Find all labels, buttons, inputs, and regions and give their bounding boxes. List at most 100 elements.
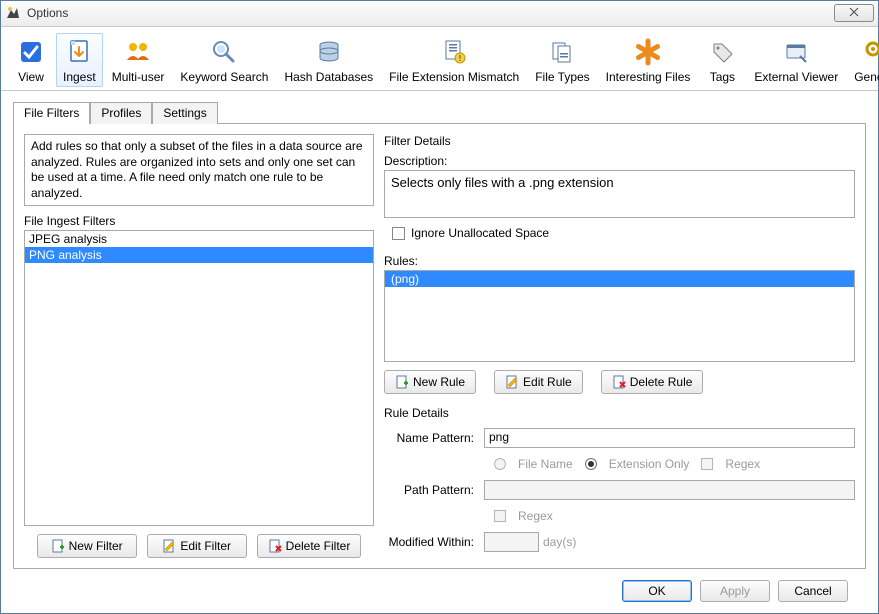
button-label: Edit Filter (180, 539, 231, 553)
close-icon (847, 7, 861, 20)
edit-filter-button[interactable]: Edit Filter (147, 534, 247, 558)
checkbox-label: Regex (518, 509, 553, 523)
radio-label: File Name (518, 457, 573, 471)
file-mismatch-icon: ! (438, 36, 470, 68)
toolbar-interesting[interactable]: Interesting Files (599, 33, 698, 87)
search-icon (208, 36, 240, 68)
toolbar-keyword[interactable]: Keyword Search (173, 33, 275, 87)
checkbox-name-regex (701, 458, 713, 470)
toolbar-label: External Viewer (754, 70, 838, 84)
ok-button[interactable]: OK (622, 580, 692, 602)
titlebar: Options (1, 1, 878, 27)
close-button[interactable] (834, 4, 874, 22)
tab-panel: Add rules so that only a subset of the f… (13, 123, 866, 569)
checkbox-path-regex (494, 510, 506, 522)
rules-list[interactable]: (png) (384, 270, 855, 362)
toolbar-label: Keyword Search (180, 70, 268, 84)
radio-extension-only (585, 458, 597, 470)
button-label: Delete Rule (630, 375, 693, 389)
add-icon (395, 375, 409, 389)
filters-list[interactable]: JPEG analysis PNG analysis (24, 230, 374, 526)
toolbar-hash[interactable]: Hash Databases (277, 33, 380, 87)
help-text: Add rules so that only a subset of the f… (24, 134, 374, 206)
tag-icon (706, 36, 738, 68)
ignore-unalloc-check: Ignore Unallocated Space (392, 226, 855, 240)
view-icon (15, 36, 47, 68)
filters-list-label: File Ingest Filters (24, 214, 374, 228)
multiuser-icon (122, 36, 154, 68)
toolbar-label: Ingest (63, 70, 96, 84)
left-column: Add rules so that only a subset of the f… (24, 134, 374, 558)
tabs: File Filters Profiles Settings (13, 101, 866, 123)
delete-icon (268, 539, 282, 553)
tab-profiles[interactable]: Profiles (90, 102, 152, 124)
toolbar: View Ingest Multi-user Keyword Search (1, 27, 878, 91)
path-pattern-label: Path Pattern: (384, 483, 484, 497)
ingest-icon (63, 36, 95, 68)
delete-filter-button[interactable]: Delete Filter (257, 534, 362, 558)
rule-details-label: Rule Details (384, 406, 855, 420)
list-item[interactable]: JPEG analysis (25, 231, 373, 247)
toolbar-external[interactable]: External Viewer (747, 33, 845, 87)
new-rule-button[interactable]: New Rule (384, 370, 476, 394)
button-label: New Rule (413, 375, 465, 389)
filetypes-icon (546, 36, 578, 68)
toolbar-view[interactable]: View (8, 33, 54, 87)
add-icon (51, 539, 65, 553)
toolbar-multiuser[interactable]: Multi-user (105, 33, 172, 87)
toolbar-tags[interactable]: Tags (699, 33, 745, 87)
name-pattern-label: Name Pattern: (384, 431, 484, 445)
right-column: Filter Details Description: Selects only… (384, 134, 855, 558)
button-label: Delete Filter (286, 539, 351, 553)
checkbox-label: Ignore Unallocated Space (411, 226, 549, 240)
toolbar-label: Hash Databases (284, 70, 373, 84)
asterisk-icon (632, 36, 664, 68)
radio-label: Extension Only (609, 457, 690, 471)
radio-file-name (494, 458, 506, 470)
toolbar-label: File Extension Mismatch (389, 70, 519, 84)
edit-icon (505, 375, 519, 389)
toolbar-label: Tags (710, 70, 735, 84)
dialog-footer: OK Apply Cancel (13, 569, 866, 613)
modified-within-label: Modified Within: (384, 535, 484, 549)
list-item[interactable]: PNG analysis (25, 247, 373, 263)
database-icon (313, 36, 345, 68)
cancel-button[interactable]: Cancel (778, 580, 848, 602)
toolbar-label: File Types (535, 70, 589, 84)
external-icon (780, 36, 812, 68)
window-title: Options (27, 6, 834, 20)
options-window: Options View Ingest (0, 0, 879, 614)
toolbar-mismatch[interactable]: ! File Extension Mismatch (382, 33, 526, 87)
modified-within-value (484, 532, 539, 552)
edit-rule-button[interactable]: Edit Rule (494, 370, 583, 394)
toolbar-ingest[interactable]: Ingest (56, 33, 103, 87)
app-icon (5, 5, 21, 21)
filter-details-label: Filter Details (384, 134, 855, 148)
description-label: Description: (384, 154, 855, 168)
tab-file-filters[interactable]: File Filters (13, 102, 90, 124)
tab-settings[interactable]: Settings (152, 102, 217, 124)
rules-label: Rules: (384, 254, 855, 268)
svg-text:!: ! (459, 54, 462, 63)
toolbar-label: Interesting Files (606, 70, 691, 84)
toolbar-filetypes[interactable]: File Types (528, 33, 596, 87)
checkbox-icon (392, 227, 405, 240)
toolbar-general[interactable]: General (847, 33, 879, 87)
gear-icon (860, 36, 879, 68)
name-pattern-value: png (484, 428, 855, 448)
delete-rule-button[interactable]: Delete Rule (601, 370, 704, 394)
toolbar-label: View (18, 70, 44, 84)
path-pattern-value (484, 480, 855, 500)
edit-icon (162, 539, 176, 553)
new-filter-button[interactable]: New Filter (37, 534, 137, 558)
list-item[interactable]: (png) (385, 271, 854, 287)
description-value: Selects only files with a .png extension (384, 170, 855, 218)
toolbar-label: Multi-user (112, 70, 165, 84)
apply-button[interactable]: Apply (700, 580, 770, 602)
checkbox-label: Regex (725, 457, 760, 471)
toolbar-label: General (854, 70, 879, 84)
content: File Filters Profiles Settings Add rules… (1, 91, 878, 613)
delete-icon (612, 375, 626, 389)
days-label: day(s) (543, 535, 576, 549)
button-label: Edit Rule (523, 375, 572, 389)
